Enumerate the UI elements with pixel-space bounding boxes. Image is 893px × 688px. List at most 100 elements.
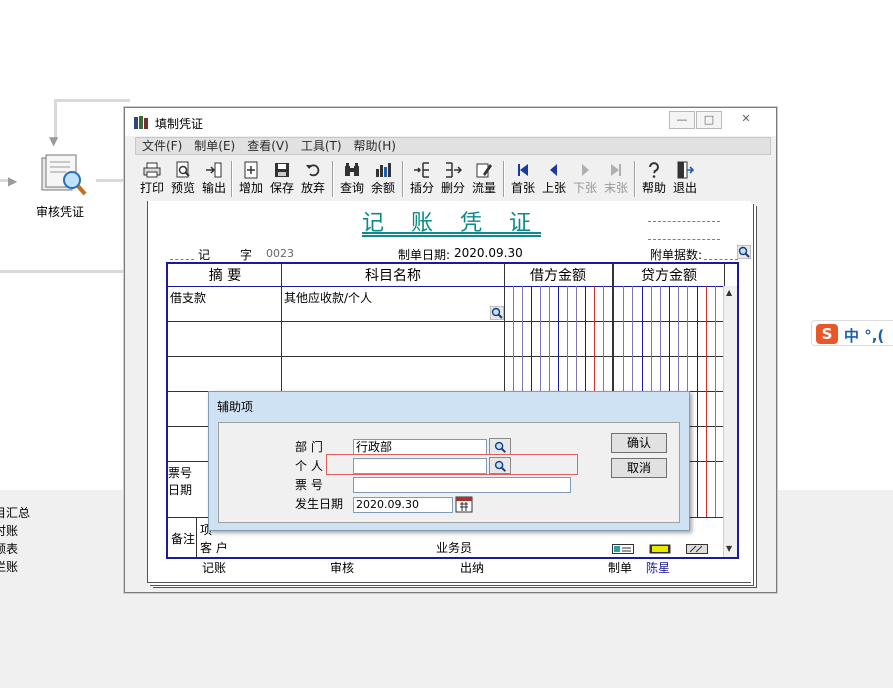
menu-bar: 文件(F) 制单(E) 查看(V) 工具(T) 帮助(H) <box>135 137 771 155</box>
query-button[interactable]: 查询 <box>337 159 367 197</box>
delete-split-button[interactable]: 删分 <box>438 159 468 197</box>
person-search-icon[interactable] <box>489 457 511 474</box>
window-titlebar[interactable]: 填制凭证 — □ ✕ <box>125 108 776 136</box>
menu-tools[interactable]: 工具(T) <box>295 138 348 154</box>
row-summary[interactable]: 借支款 <box>170 289 206 306</box>
flow-connector <box>54 99 130 102</box>
grid-scrollbar[interactable]: ▲ ▼ <box>723 286 737 557</box>
menu-voucher[interactable]: 制单(E) <box>188 138 241 154</box>
tool-icon[interactable] <box>686 544 708 554</box>
menu-file[interactable]: 文件(F) <box>136 138 188 154</box>
undo-icon <box>306 164 320 177</box>
voucher-number[interactable]: 0023 <box>266 247 294 260</box>
person-input[interactable] <box>353 458 487 474</box>
first-voucher-button[interactable]: 首张 <box>508 159 538 197</box>
insert-split-button[interactable]: 插分 <box>407 159 437 197</box>
toolbar-separator <box>634 161 636 197</box>
scroll-up-icon[interactable]: ▲ <box>726 288 732 297</box>
department-search-icon[interactable] <box>489 438 511 455</box>
department-input[interactable]: 行政部 <box>353 439 487 455</box>
review-voucher-label[interactable]: 审核凭证 <box>36 203 84 220</box>
voucher-zi: 字 <box>240 248 253 262</box>
voucher-type[interactable]: 记 <box>198 246 210 263</box>
print-button[interactable]: 打印 <box>137 159 167 197</box>
printer-icon <box>143 162 161 178</box>
left-menu-item[interactable]: 时账 <box>0 522 30 540</box>
last-voucher-button[interactable]: 末张 <box>601 159 631 197</box>
cash-flow-button[interactable]: 流量 <box>469 159 499 197</box>
calendar-icon[interactable] <box>455 495 473 513</box>
dialog-title: 辅助项 <box>217 400 254 414</box>
save-button[interactable]: 保存 <box>267 159 297 197</box>
flow-connector <box>54 99 57 139</box>
last-page-icon <box>611 164 621 176</box>
department-label: 部 门 <box>295 440 323 454</box>
previous-page-icon <box>550 164 557 176</box>
review-voucher-icon[interactable] <box>38 152 88 198</box>
menu-view[interactable]: 查看(V) <box>241 138 295 154</box>
toolbar-separator <box>231 161 233 197</box>
add-document-icon <box>244 161 258 179</box>
footer-maker-label: 制单 <box>608 561 633 575</box>
screen-icon[interactable] <box>649 544 671 554</box>
discard-button[interactable]: 放弃 <box>298 159 328 197</box>
row-account[interactable]: 其他应收款/个人 <box>284 289 372 306</box>
exit-door-icon <box>677 161 694 179</box>
occur-date-label: 发生日期 <box>295 497 344 511</box>
toolbar-separator <box>503 161 505 197</box>
insert-row-icon <box>414 162 429 178</box>
card-icon[interactable] <box>612 544 634 554</box>
dialog-body: 部 门 行政部 个 人 票 号 发生日期 2020.09.30 确认 取消 <box>218 422 680 523</box>
binoculars-icon <box>345 163 359 176</box>
balance-button[interactable]: 余额 <box>368 159 398 197</box>
footer-bookkeeping: 记账 <box>202 561 227 575</box>
footer-review: 审核 <box>330 561 355 575</box>
header-summary: 摘 要 <box>208 268 242 284</box>
digit-column-line <box>705 286 707 517</box>
output-button[interactable]: 输出 <box>199 159 229 197</box>
prev-voucher-button[interactable]: 上张 <box>539 159 569 197</box>
exit-button[interactable]: 退出 <box>670 159 700 197</box>
remark-label: 备注 <box>171 532 196 546</box>
confirm-button[interactable]: 确认 <box>611 433 667 453</box>
flow-connector <box>0 270 126 273</box>
window-title: 填制凭证 <box>155 117 204 131</box>
digit-column-line <box>696 286 698 517</box>
next-page-icon <box>582 164 589 176</box>
bill-number-input[interactable] <box>353 477 571 493</box>
bar-chart-icon <box>376 163 391 177</box>
footer-cashier: 出纳 <box>460 561 485 575</box>
toolbar-separator <box>402 161 404 197</box>
minimize-button[interactable]: — <box>669 111 695 129</box>
flow-connector <box>96 179 126 182</box>
help-question-icon <box>649 162 659 178</box>
grid-line <box>196 517 197 557</box>
add-button[interactable]: 增加 <box>236 159 266 197</box>
arrow-right-icon: ▶ <box>8 174 18 188</box>
menu-help[interactable]: 帮助(H) <box>348 138 402 154</box>
scroll-down-icon[interactable]: ▼ <box>726 544 732 553</box>
help-button[interactable]: 帮助 <box>639 159 669 197</box>
next-voucher-button[interactable]: 下张 <box>570 159 600 197</box>
left-menu: 目汇总 时账 额表 栏账 <box>0 504 30 576</box>
salesperson-label: 业务员 <box>436 541 473 555</box>
left-menu-item[interactable]: 栏账 <box>0 558 30 576</box>
bill-date-label: 日期 <box>168 483 193 497</box>
ime-bar[interactable]: S 中 °,( <box>811 320 893 346</box>
toolbar-separator <box>332 161 334 197</box>
close-button[interactable]: ✕ <box>731 111 761 129</box>
attachments-search-icon[interactable] <box>737 245 751 259</box>
attachments-label: 附单据数: <box>650 248 703 262</box>
account-search-icon[interactable] <box>490 306 504 320</box>
left-menu-item[interactable]: 额表 <box>0 540 30 558</box>
bill-number-label: 票 号 <box>295 478 323 492</box>
cancel-button[interactable]: 取消 <box>611 458 667 478</box>
left-menu-item[interactable]: 目汇总 <box>0 504 30 522</box>
pencil-note-icon <box>476 163 492 178</box>
header-debit: 借方金额 <box>530 268 586 284</box>
maximize-button[interactable]: □ <box>696 111 722 129</box>
voucher-date-value[interactable]: 2020.09.30 <box>454 246 523 260</box>
occur-date-input[interactable]: 2020.09.30 <box>353 497 453 513</box>
delete-row-icon <box>446 162 462 178</box>
preview-button[interactable]: 预览 <box>168 159 198 197</box>
